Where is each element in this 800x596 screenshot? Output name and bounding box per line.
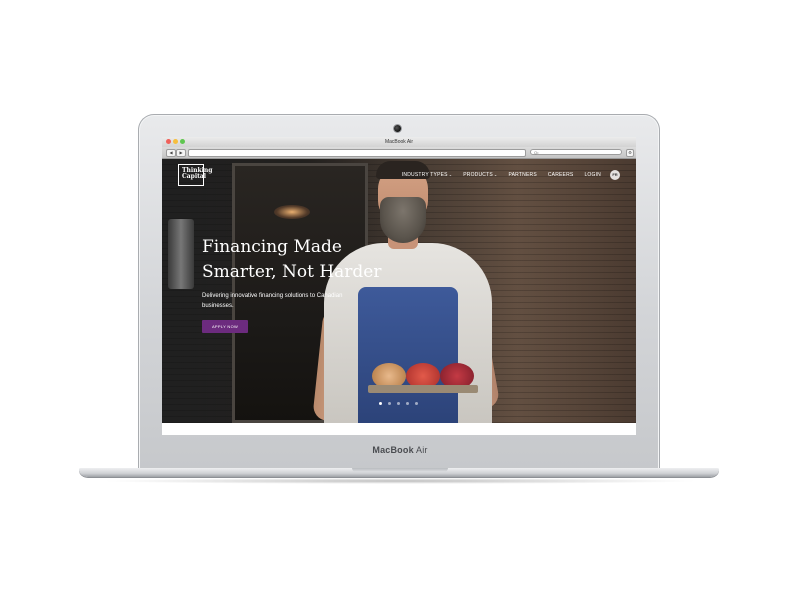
address-bar[interactable]	[188, 149, 526, 157]
language-toggle[interactable]: FR	[610, 170, 620, 180]
minimize-window-button[interactable]	[173, 139, 178, 144]
hero-title: Financing Made Smarter, Not Harder	[202, 237, 382, 282]
laptop-shadow	[100, 478, 700, 484]
bezel-label-model: Air	[416, 445, 428, 455]
pastry-tray	[368, 385, 478, 393]
laptop-base-notch	[352, 468, 448, 472]
forward-button[interactable]: ▶	[176, 149, 186, 157]
background-coffee-machine	[168, 219, 194, 289]
nav-products-label: PRODUCTS	[463, 172, 493, 178]
camera-icon	[394, 125, 401, 132]
carousel-dot[interactable]	[415, 402, 418, 405]
laptop-screen: MacBook Air ◀ ▶ Q• ⚙ Thinking Capital IN…	[162, 137, 636, 435]
maximize-window-button[interactable]	[180, 139, 185, 144]
bezel-label: MacBook Air	[0, 445, 800, 455]
bezel-label-brand: MacBook	[372, 445, 414, 455]
background-lamp	[274, 205, 310, 219]
hero-section: Thinking Capital INDUSTRY TYPES⌄ PRODUCT…	[162, 159, 636, 423]
settings-icon[interactable]: ⚙	[626, 149, 634, 157]
carousel-dot[interactable]	[379, 402, 382, 405]
window-title: MacBook Air	[384, 139, 414, 145]
carousel-dot[interactable]	[388, 402, 391, 405]
carousel-dots	[376, 402, 421, 405]
nav-products[interactable]: PRODUCTS⌄	[463, 172, 497, 178]
nav-careers[interactable]: CAREERS	[548, 172, 574, 178]
apply-now-button[interactable]: APPLY NOW	[202, 320, 248, 333]
search-field[interactable]: Q•	[530, 149, 622, 155]
site-logo[interactable]: Thinking Capital	[178, 164, 212, 186]
nav-partners[interactable]: PARTNERS	[508, 172, 536, 178]
browser-toolbar: ◀ ▶ Q• ⚙	[162, 147, 636, 159]
main-nav: INDUSTRY TYPES⌄ PRODUCTS⌄ PARTNERS CAREE…	[391, 170, 620, 180]
chevron-down-icon: ⌄	[493, 172, 498, 177]
nav-industry-types-label: INDUSTRY TYPES	[401, 172, 448, 178]
page-below-fold	[162, 423, 636, 435]
close-window-button[interactable]	[166, 139, 171, 144]
window-title-bar: MacBook Air	[162, 137, 636, 147]
back-button[interactable]: ◀	[166, 149, 176, 157]
logo-line-2: Capital	[182, 173, 207, 180]
hero-subtitle: Delivering innovative financing solution…	[202, 293, 343, 309]
chevron-down-icon: ⌄	[448, 172, 453, 177]
carousel-dot[interactable]	[406, 402, 409, 405]
nav-login[interactable]: LOGIN	[584, 172, 601, 178]
carousel-dot[interactable]	[397, 402, 400, 405]
nav-industry-types[interactable]: INDUSTRY TYPES⌄	[402, 172, 452, 178]
